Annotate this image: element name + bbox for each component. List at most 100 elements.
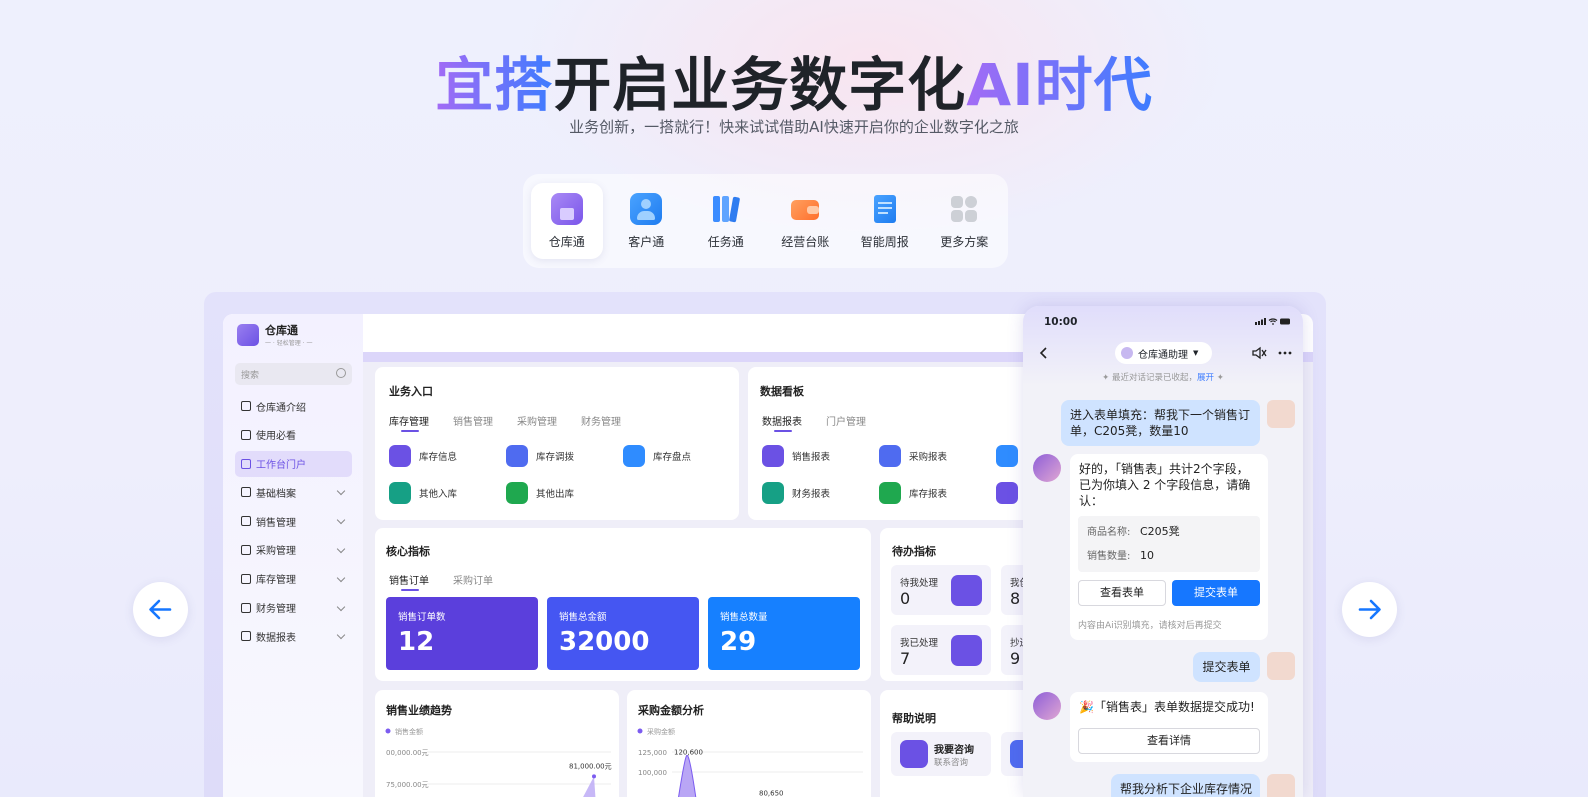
legend-label: 销售金额	[395, 727, 423, 736]
sidebar-item-guide[interactable]: 使用必看	[235, 422, 352, 448]
mute-icon[interactable]	[1251, 346, 1267, 360]
entry-report-3[interactable]	[996, 445, 1026, 467]
chevron-down-icon	[336, 573, 346, 583]
carousel-prev-button[interactable]	[133, 582, 188, 637]
tab-sales[interactable]: 销售管理	[453, 413, 493, 428]
hero-subtitle: 业务创新，一搭就行！快来试试借助AI快速开启你的企业数字化之旅	[569, 118, 1019, 136]
tab-purchase[interactable]: 采购管理	[517, 413, 557, 428]
arrow-left-icon	[149, 599, 172, 620]
data-board-card: 数据看板 数据报表 门户管理 销售报表 采购报表 财务报表 库存报表	[748, 367, 1048, 520]
arrow-right-icon	[1358, 599, 1381, 620]
sidebar-search-input[interactable]: 搜索	[235, 363, 352, 385]
data-label: 120,600	[674, 749, 703, 757]
core-metrics-title: 核心指标	[386, 545, 430, 558]
sidebar-item-archive[interactable]: 基础档案	[235, 479, 352, 505]
house-icon	[389, 445, 411, 467]
legend-marker	[385, 728, 391, 734]
house-icon	[389, 482, 411, 504]
view-form-button[interactable]: 查看表单	[1078, 580, 1166, 606]
kpi-sales-quantity[interactable]: 销售总数量 29	[708, 597, 860, 670]
sidebar-item-purchase[interactable]: 采购管理	[235, 537, 352, 563]
entry-inventory-report[interactable]: 库存报表	[879, 482, 947, 504]
tab-finance[interactable]: 财务管理	[581, 413, 621, 428]
business-entry-tabs: 库存管理 销售管理 采购管理 财务管理	[389, 413, 621, 432]
solution-tab-customer[interactable]: 客户通	[611, 183, 683, 259]
user-message-2: 提交表单	[1193, 652, 1260, 682]
user-avatar	[1267, 652, 1295, 680]
user-icon	[241, 516, 251, 527]
solution-tab-more[interactable]: 更多方案	[929, 183, 1001, 259]
user-avatar	[1267, 774, 1295, 797]
app-brand: 仓库通一 · 轻松管理 · 一	[237, 322, 312, 347]
grid-icon	[241, 458, 251, 469]
user-message-3: 帮我分析下企业库存情况	[1111, 774, 1260, 797]
tab-inventory[interactable]: 库存管理	[389, 413, 429, 432]
y-tick-label: 100,000	[638, 769, 667, 777]
sidebar-item-intro[interactable]: 仓库通介绍	[235, 393, 352, 419]
entry-inventory-info[interactable]: 库存信息	[389, 445, 457, 467]
solution-tab-warehouse[interactable]: 仓库通	[531, 183, 603, 259]
view-detail-button[interactable]: 查看详情	[1078, 728, 1260, 754]
report-icon	[996, 482, 1018, 504]
carousel-next-button[interactable]	[1342, 582, 1397, 637]
data-label: 80,650	[759, 789, 784, 797]
chevron-down-icon	[336, 631, 346, 640]
kpi-sales-order-count[interactable]: 销售订单数 12	[386, 597, 538, 670]
data-label: 81,000.00元	[569, 762, 612, 770]
entry-sales-report[interactable]: 销售报表	[762, 445, 830, 467]
y-tick-label: 75,000.00元	[386, 781, 429, 789]
report-icon	[879, 482, 901, 504]
todo-done[interactable]: 我已处理 7	[891, 625, 991, 675]
entry-finance-report[interactable]: 财务报表	[762, 482, 830, 504]
more-icon	[948, 193, 980, 225]
sidebar: 仓库通一 · 轻松管理 · 一 搜索 仓库通介绍 使用必看 工作台门户 基础档案…	[223, 314, 363, 797]
area-series	[678, 755, 697, 797]
sidebar-item-reports[interactable]: 数据报表	[235, 623, 352, 649]
solution-tab-ledger[interactable]: 经营台账	[770, 183, 842, 259]
kpi-sales-amount[interactable]: 销售总金额 32000	[547, 597, 699, 670]
help-consult[interactable]: 我要咨询 联系咨询	[891, 732, 991, 776]
entry-inventory-transfer[interactable]: 库存调拨	[506, 445, 574, 467]
history-hint: ✦ 最近对话记录已收起，展开 ✦	[1102, 373, 1224, 383]
entry-inventory-check[interactable]: 库存盘点	[623, 445, 691, 467]
sidebar-item-portal[interactable]: 工作台门户	[235, 450, 352, 477]
tab-purchase-orders[interactable]: 采购订单	[453, 572, 493, 587]
sidebar-item-sales[interactable]: 销售管理	[235, 508, 352, 534]
entry-other-in[interactable]: 其他入库	[389, 482, 457, 504]
bot-avatar	[1033, 692, 1061, 720]
pie-icon	[241, 631, 251, 642]
todo-icon	[951, 575, 982, 606]
tab-sales-orders[interactable]: 销售订单	[389, 572, 429, 591]
solution-tab-weekly[interactable]: 智能周报	[849, 183, 921, 259]
help-title: 帮助说明	[892, 712, 936, 725]
core-metrics-card: 核心指标 销售订单 采购订单 销售订单数 12 销售总金额 32000 销售总数量 2…	[375, 528, 871, 681]
purchase-analysis-chart: 采购金额 125,000 100,000 120,600 80,650	[637, 727, 863, 797]
sidebar-nav: 仓库通介绍 使用必看 工作台门户 基础档案 销售管理 采购管理 库存管理 财务管…	[235, 393, 352, 652]
search-icon	[336, 368, 346, 378]
solution-tab-task[interactable]: 任务通	[690, 183, 762, 259]
assistant-title-chip[interactable]: 仓库通助理 ▼	[1115, 342, 1212, 364]
tab-portal-manage[interactable]: 门户管理	[826, 413, 866, 428]
entry-purchase-report[interactable]: 采购报表	[879, 445, 947, 467]
expand-link[interactable]: 展开	[1197, 373, 1214, 383]
wallet-icon	[789, 193, 821, 225]
data-point	[592, 774, 596, 779]
legend-label: 采购金额	[647, 727, 675, 736]
more-icon[interactable]	[1278, 351, 1292, 355]
back-icon[interactable]	[1037, 346, 1049, 360]
todo-pending[interactable]: 待我处理 0	[891, 565, 991, 615]
chevron-down-icon	[336, 602, 346, 611]
sidebar-item-finance[interactable]: 财务管理	[235, 595, 352, 621]
sales-trend-title: 销售业绩趋势	[386, 704, 452, 717]
coin-icon	[241, 602, 251, 613]
sidebar-item-inventory[interactable]: 库存管理	[235, 566, 352, 592]
submit-form-button[interactable]: 提交表单	[1172, 580, 1260, 606]
entry-report-6[interactable]	[996, 482, 1026, 504]
entry-other-out[interactable]: 其他出库	[506, 482, 574, 504]
chevron-down-icon	[336, 544, 346, 554]
caret-down-icon: ▼	[1193, 349, 1199, 357]
tab-data-reports[interactable]: 数据报表	[762, 413, 802, 432]
user-message-1: 进入表单填充：帮我下一个销售订单，C205凳，数量10	[1061, 400, 1260, 446]
business-entry-title: 业务入口	[389, 385, 433, 398]
purchase-analysis-title: 采购金额分析	[638, 704, 704, 717]
